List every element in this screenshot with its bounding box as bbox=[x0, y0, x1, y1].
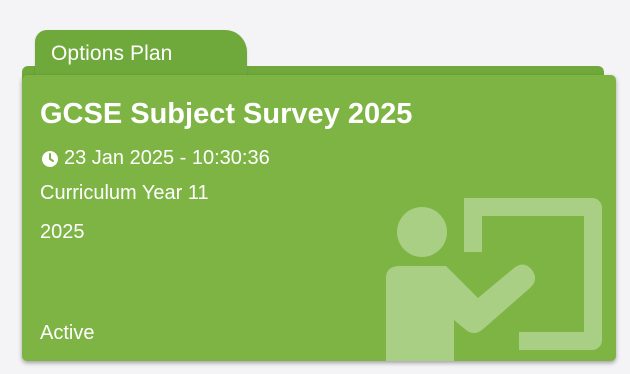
card-datetime: 23 Jan 2025 - 10:30:36 bbox=[64, 147, 270, 169]
card-date: 23 Jan 2025 - 10:30:36 bbox=[40, 147, 270, 170]
survey-card[interactable]: GCSE Subject Survey 2025 23 Jan 2025 - 1… bbox=[22, 75, 616, 361]
teacher-board-icon bbox=[386, 198, 602, 361]
card-curriculum-year: Curriculum Year 11 bbox=[40, 182, 209, 204]
card-title: GCSE Subject Survey 2025 bbox=[40, 98, 413, 130]
card-year: 2025 bbox=[40, 221, 85, 243]
options-plan-folder: Options Plan GCSE Subject Survey 2025 23… bbox=[0, 0, 630, 374]
status-label: Active bbox=[40, 322, 95, 344]
clock-icon bbox=[42, 150, 58, 167]
folder-tab-label: Options Plan bbox=[51, 42, 173, 65]
